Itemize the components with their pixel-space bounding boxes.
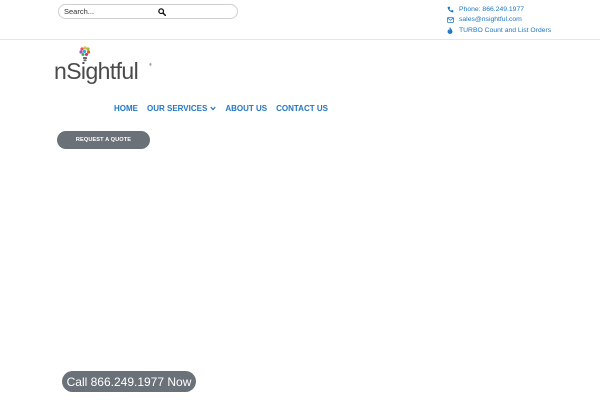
phone-text: Phone: 866.249.1977 <box>459 5 525 13</box>
nav-home[interactable]: HOME <box>114 104 138 113</box>
main-nav: HOME OUR SERVICES ABOUT US CONTACT US <box>114 104 337 113</box>
flame-icon <box>447 26 458 34</box>
email-text: sales@nsightful.com <box>459 16 522 24</box>
request-quote-button[interactable]: REQUEST A QUOTE <box>57 131 150 149</box>
search-box <box>58 4 238 19</box>
nav-about-us-label: ABOUT US <box>225 104 268 113</box>
nav-our-services[interactable]: OUR SERVICES <box>147 104 217 113</box>
logo-text: nSightful <box>54 58 139 84</box>
search-icon <box>158 7 166 16</box>
email-contact[interactable]: sales@nsightful.com <box>447 15 551 26</box>
search-button[interactable] <box>155 6 169 17</box>
phone-icon <box>447 5 458 13</box>
top-bar: Phone: 866.249.1977 sales@nsightful.com … <box>0 0 600 40</box>
call-now-button[interactable]: Call 866.249.1977 Now <box>62 371 196 392</box>
registered-mark: ® <box>149 62 152 67</box>
contact-list: Phone: 866.249.1977 sales@nsightful.com … <box>447 4 551 36</box>
envelope-icon <box>447 16 458 24</box>
nav-contact-us-label: CONTACT US <box>276 104 328 113</box>
nav-our-services-label: OUR SERVICES <box>147 104 208 113</box>
search-input[interactable] <box>64 6 159 17</box>
chevron-down-icon <box>210 106 217 111</box>
site-logo[interactable]: nSightful ® <box>54 46 154 90</box>
turbo-text: TURBO Count and List Orders <box>459 26 552 34</box>
turbo-link[interactable]: TURBO Count and List Orders <box>447 25 551 36</box>
nav-contact-us[interactable]: CONTACT US <box>276 104 328 113</box>
phone-contact[interactable]: Phone: 866.249.1977 <box>447 4 551 15</box>
nav-home-label: HOME <box>114 104 138 113</box>
nav-about-us[interactable]: ABOUT US <box>225 104 267 113</box>
